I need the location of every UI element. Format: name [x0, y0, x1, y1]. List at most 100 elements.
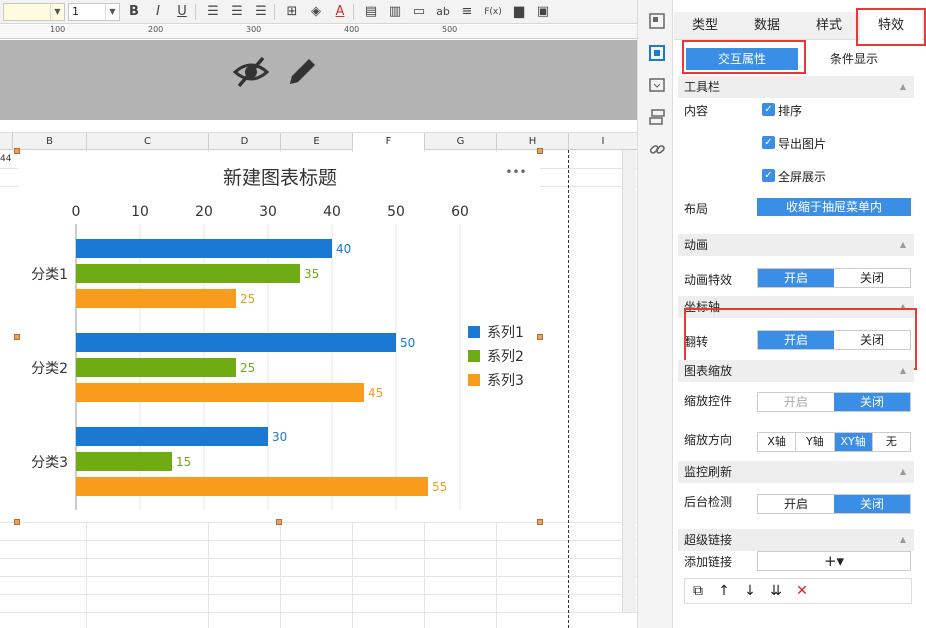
legend-label[interactable]: 系列2: [487, 349, 524, 365]
sort-checkbox-label[interactable]: 排序: [778, 102, 802, 119]
resize-handle[interactable]: [276, 519, 282, 525]
column-header[interactable]: E: [280, 133, 352, 150]
column-header[interactable]: H: [496, 133, 568, 150]
align-left-icon[interactable]: ☰: [203, 2, 223, 22]
off-option[interactable]: 关闭: [834, 269, 910, 287]
delete-icon[interactable]: ✕: [789, 583, 815, 599]
tab-type[interactable]: 类型: [674, 12, 736, 40]
bar[interactable]: [76, 264, 300, 283]
vertical-scrollbar[interactable]: [622, 150, 636, 612]
bar[interactable]: [76, 289, 236, 308]
resize-handle[interactable]: [537, 519, 543, 525]
background-check-toggle[interactable]: 开启 关闭: [757, 494, 911, 514]
resize-handle[interactable]: [537, 334, 543, 340]
bar[interactable]: [76, 358, 236, 377]
layout-select[interactable]: 收缩于抽屉菜单内: [757, 198, 911, 216]
text-button[interactable]: ab: [433, 2, 453, 22]
column-header[interactable]: G: [424, 133, 496, 150]
column-header[interactable]: D: [208, 133, 280, 150]
collapse-arrow-icon[interactable]: ▲: [900, 360, 906, 382]
resize-handle[interactable]: [14, 519, 20, 525]
resize-handle[interactable]: [14, 334, 20, 340]
hide-eye-icon[interactable]: [232, 54, 270, 90]
bar[interactable]: [76, 477, 428, 496]
bar[interactable]: [76, 239, 332, 258]
border-icon[interactable]: ⊞: [282, 2, 302, 22]
zoom-direction-select[interactable]: X轴 Y轴 XY轴 无: [757, 432, 911, 452]
legend-label[interactable]: 系列1: [487, 325, 524, 341]
section-toolbar[interactable]: 工具栏 ▲: [678, 76, 914, 98]
bar[interactable]: [76, 333, 396, 352]
font-color-icon[interactable]: A: [330, 2, 350, 22]
bar[interactable]: [76, 452, 172, 471]
subtab-condition[interactable]: 条件显示: [798, 48, 910, 70]
section-zoom[interactable]: 图表缩放 ▲: [678, 360, 914, 382]
formula-button[interactable]: F(x): [481, 2, 505, 22]
chart-widget[interactable]: 新建图表标题 ••• 0 10 20 30 40 50 60 40 35 25 50 25 45 30 1…: [18, 152, 540, 522]
chevron-down-icon[interactable]: ▼: [50, 3, 64, 20]
italic-button[interactable]: I: [148, 2, 168, 22]
tab-data[interactable]: 数据: [736, 12, 798, 40]
image-icon[interactable]: ▣: [533, 2, 553, 22]
checkbox-checked-icon[interactable]: ✓: [762, 136, 775, 149]
widget-property-icon[interactable]: [648, 44, 666, 62]
align-right-icon[interactable]: ☰: [251, 2, 271, 22]
tab-style[interactable]: 样式: [798, 12, 860, 40]
move-bottom-icon[interactable]: ⇊: [763, 583, 789, 599]
collapse-arrow-icon[interactable]: ▲: [900, 234, 906, 256]
on-option[interactable]: 开启: [758, 269, 834, 287]
legend-label[interactable]: 系列3: [487, 373, 524, 389]
off-option[interactable]: 关闭: [834, 393, 910, 411]
column-header[interactable]: C: [86, 133, 208, 150]
paragraph-icon[interactable]: ≡: [457, 2, 477, 22]
bar[interactable]: [76, 427, 268, 446]
checkbox-checked-icon[interactable]: ✓: [762, 103, 775, 116]
cell-property-icon[interactable]: [648, 12, 666, 30]
underline-button[interactable]: U: [172, 2, 192, 22]
collapse-arrow-icon[interactable]: ▲: [900, 529, 906, 551]
chart-icon[interactable]: ▆: [509, 2, 529, 22]
move-down-icon[interactable]: ↓: [737, 583, 763, 599]
legend-swatch[interactable]: [468, 350, 480, 362]
zoom-xy-option[interactable]: XY轴: [834, 433, 873, 451]
section-animation[interactable]: 动画 ▲: [678, 234, 914, 256]
zoom-y-option[interactable]: Y轴: [796, 433, 835, 451]
collapse-arrow-icon[interactable]: ▲: [900, 76, 906, 98]
zoom-x-option[interactable]: X轴: [758, 433, 797, 451]
resize-handle[interactable]: [537, 148, 543, 154]
font-family-select[interactable]: ▼: [3, 2, 65, 21]
copy-icon[interactable]: ⧉: [685, 583, 711, 599]
column-header[interactable]: I: [568, 133, 637, 150]
more-options-icon[interactable]: •••: [505, 165, 526, 179]
zoom-control-toggle[interactable]: 开启 关闭: [757, 392, 911, 412]
bar[interactable]: [76, 383, 364, 402]
section-hyperlink[interactable]: 超级链接 ▲: [678, 529, 914, 551]
dropdown-widget-icon[interactable]: [648, 76, 666, 94]
collapse-arrow-icon[interactable]: ▲: [900, 461, 906, 483]
fill-color-icon[interactable]: ◈: [306, 2, 326, 22]
checkbox-checked-icon[interactable]: ✓: [762, 169, 775, 182]
merge-cells-icon[interactable]: ▤: [361, 2, 381, 22]
column-header[interactable]: B: [12, 133, 86, 150]
animation-toggle[interactable]: 开启 关闭: [757, 268, 911, 288]
legend-swatch[interactable]: [468, 326, 480, 338]
off-option[interactable]: 关闭: [834, 495, 910, 513]
on-option[interactable]: 开启: [758, 495, 834, 513]
font-size-select[interactable]: 1 ▼: [68, 2, 120, 21]
column-header[interactable]: F: [352, 133, 424, 150]
link-icon[interactable]: [648, 140, 666, 158]
insert-field-icon[interactable]: ▭: [409, 2, 429, 22]
bold-button[interactable]: B: [124, 2, 144, 22]
legend-swatch[interactable]: [468, 374, 480, 386]
add-link-button[interactable]: +▾: [757, 551, 911, 571]
zoom-none-option[interactable]: 无: [873, 433, 910, 451]
align-center-icon[interactable]: ☰: [227, 2, 247, 22]
resize-handle[interactable]: [14, 148, 20, 154]
fullscreen-checkbox-label[interactable]: 全屏展示: [778, 168, 826, 185]
chevron-down-icon[interactable]: ▼: [105, 3, 119, 20]
export-image-checkbox-label[interactable]: 导出图片: [778, 135, 826, 152]
layer-icon[interactable]: [648, 108, 666, 126]
edit-pencil-icon[interactable]: [284, 54, 320, 90]
move-up-icon[interactable]: ↑: [711, 583, 737, 599]
split-cells-icon[interactable]: ▥: [385, 2, 405, 22]
